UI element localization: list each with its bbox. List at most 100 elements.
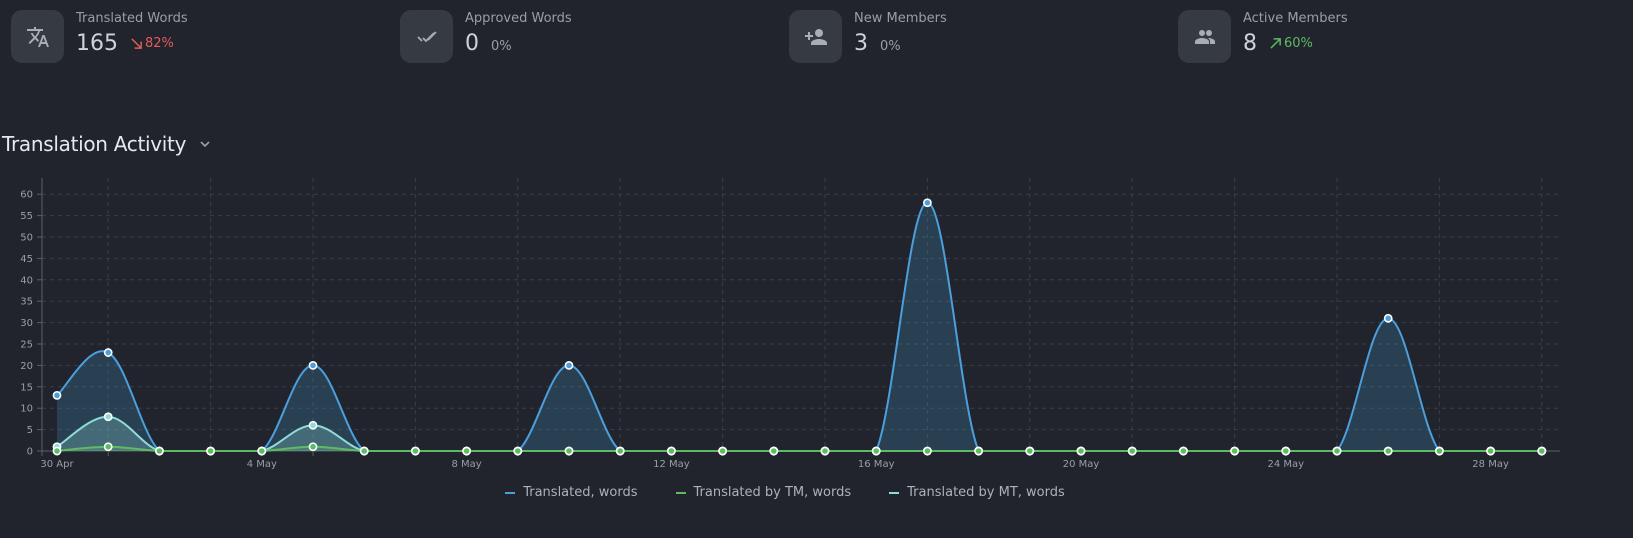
activity-chart: 0 5 10 15 20 25 30 35 40 45 50 55 60 30 Apr 4 May 8 May…	[20, 178, 1560, 470]
stat-value: 165	[76, 31, 118, 56]
point-translated[interactable]	[103, 348, 113, 357]
stat-change: 60%	[1269, 36, 1313, 51]
stat-translated-words: Translated Words 165 82%	[11, 10, 188, 63]
point-tm[interactable]	[1179, 446, 1188, 456]
stat-label: Active Members	[1243, 11, 1348, 26]
stat-change-value: 0%	[491, 39, 512, 54]
point-tm[interactable]	[769, 446, 779, 456]
stat-new-members: New Members 3 0%	[789, 10, 947, 63]
legend-swatch	[505, 491, 516, 494]
stat-active-members: Active Members 8 60%	[1178, 10, 1348, 63]
point-translated[interactable]	[564, 360, 574, 370]
point-tm[interactable]	[1435, 446, 1444, 456]
arrow-down-right-icon	[131, 38, 142, 49]
point-tm[interactable]	[103, 442, 113, 452]
point-tm[interactable]	[820, 446, 830, 456]
point-tm[interactable]	[410, 446, 420, 456]
point-tm[interactable]	[1230, 446, 1239, 456]
y-tick-label: 5	[27, 425, 33, 436]
chart-legend: Translated, words Translated by TM, words…	[0, 485, 1570, 500]
x-tick-label: 24 May	[1268, 459, 1305, 470]
people-icon	[1178, 10, 1231, 63]
point-translated[interactable]	[52, 390, 62, 400]
stat-label: Translated Words	[76, 11, 188, 26]
point-mt[interactable]	[308, 420, 318, 430]
point-translated[interactable]	[1383, 313, 1393, 323]
stat-value: 8	[1243, 31, 1257, 56]
y-tick-label: 15	[20, 382, 33, 393]
point-tm[interactable]	[1127, 446, 1137, 456]
stat-change-value: 0%	[880, 39, 901, 54]
point-tm[interactable]	[974, 446, 983, 456]
legend-swatch	[889, 491, 900, 494]
arrow-up-right-icon	[1270, 38, 1281, 49]
chevron-down-icon[interactable]	[198, 137, 212, 151]
section-header: Translation Activity	[2, 132, 212, 156]
point-tm[interactable]	[667, 446, 676, 456]
area-translated	[57, 202, 1542, 451]
stat-change: 82%	[130, 36, 174, 51]
y-tick-label: 10	[20, 404, 33, 415]
point-translated[interactable]	[308, 360, 318, 370]
person-add-icon	[789, 10, 842, 63]
y-tick-label: 25	[20, 340, 33, 351]
point-mt[interactable]	[103, 412, 113, 422]
y-tick-label: 60	[20, 190, 33, 201]
stat-change-value: 60%	[1284, 36, 1313, 51]
stat-change: 0%	[491, 39, 512, 54]
point-tm[interactable]	[1076, 446, 1086, 456]
point-tm[interactable]	[718, 446, 727, 456]
point-tm[interactable]	[564, 446, 574, 456]
x-tick-label: 4 May	[247, 459, 277, 470]
legend-item-tm[interactable]: Translated by TM, words	[675, 485, 852, 500]
point-tm[interactable]	[462, 446, 471, 456]
stat-change-value: 82%	[145, 36, 174, 51]
stat-approved-words: Approved Words 0 0%	[400, 10, 572, 63]
legend-item-translated[interactable]: Translated, words	[505, 485, 638, 500]
x-tick-label: 12 May	[653, 459, 690, 470]
stat-label: Approved Words	[465, 11, 572, 26]
point-tm[interactable]	[615, 446, 625, 456]
point-tm[interactable]	[1486, 446, 1495, 456]
point-tm[interactable]	[1332, 446, 1342, 456]
point-tm[interactable]	[871, 446, 881, 456]
legend-label: Translated by TM, words	[693, 485, 852, 500]
legend-label: Translated by MT, words	[907, 485, 1065, 500]
point-tm[interactable]	[1383, 446, 1393, 456]
section-title: Translation Activity	[2, 132, 187, 156]
legend-label: Translated, words	[523, 485, 638, 500]
double-check-icon	[400, 10, 453, 63]
y-tick-label: 50	[20, 233, 33, 244]
y-tick-label: 35	[20, 297, 33, 308]
x-tick-label: 30 Apr	[40, 459, 74, 470]
y-tick-label: 0	[27, 447, 33, 458]
point-tm[interactable]	[359, 446, 369, 456]
line-translated	[56, 201, 1542, 452]
y-tick-label: 20	[20, 361, 33, 372]
point-tm[interactable]	[206, 446, 215, 456]
y-tick-label: 45	[20, 254, 33, 265]
stat-change: 0%	[880, 39, 901, 54]
y-tick-label: 30	[20, 318, 33, 329]
x-tick-label: 8 May	[451, 459, 481, 470]
point-tm[interactable]	[1025, 446, 1035, 456]
legend-swatch	[675, 491, 686, 494]
stat-value: 0	[465, 31, 479, 56]
x-tick-label: 16 May	[858, 459, 895, 470]
point-tm[interactable]	[1537, 446, 1547, 456]
point-tm[interactable]	[154, 446, 164, 456]
point-tm[interactable]	[257, 446, 267, 456]
translate-icon	[11, 10, 64, 63]
stats-row: Translated Words 165 82% Approved Words …	[11, 10, 1633, 63]
point-tm[interactable]	[923, 446, 932, 456]
legend-item-mt[interactable]: Translated by MT, words	[889, 485, 1065, 500]
x-tick-label: 20 May	[1063, 459, 1100, 470]
point-translated[interactable]	[923, 198, 932, 208]
point-tm[interactable]	[513, 446, 523, 456]
point-tm[interactable]	[1281, 446, 1291, 456]
y-tick-label: 55	[20, 211, 33, 222]
y-tick-label: 40	[20, 275, 33, 286]
point-tm[interactable]	[52, 446, 62, 456]
x-tick-label: 28 May	[1472, 459, 1509, 470]
point-tm[interactable]	[308, 442, 318, 452]
